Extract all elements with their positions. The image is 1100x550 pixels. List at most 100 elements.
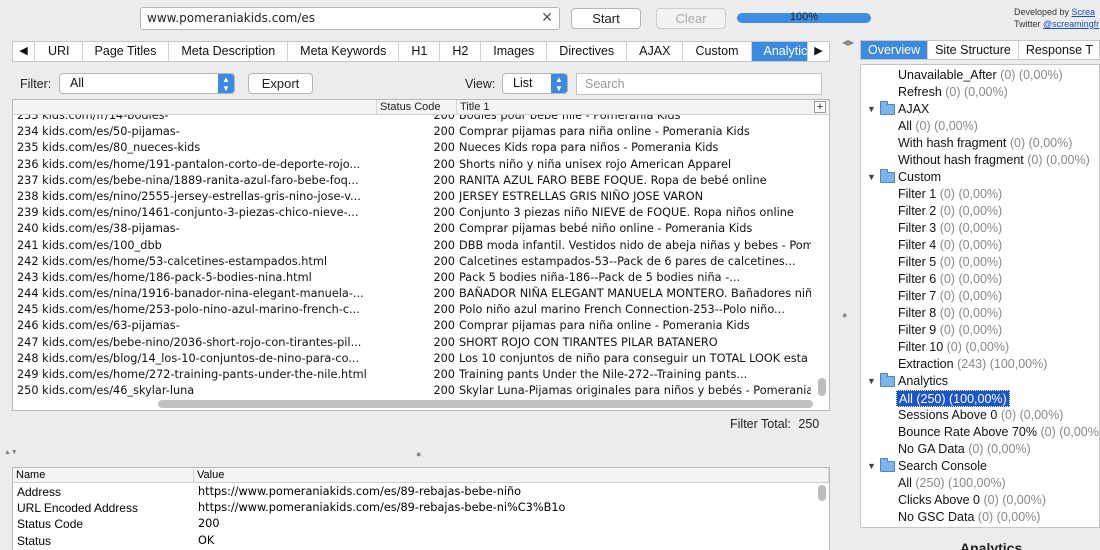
- tab-scroll-right-icon[interactable]: ▶: [807, 42, 829, 61]
- tree-group-analytics[interactable]: ▼ Analytics: [861, 373, 1099, 390]
- tree-item[interactable]: Clicks Above 0 (0) (0,00%): [898, 492, 1046, 509]
- tree-item[interactable]: Filter 5 (0) (0,00%): [898, 254, 1002, 271]
- splitter-grip-icon[interactable]: ●: [416, 449, 421, 459]
- tree-item[interactable]: Filter 10 (0) (0,00%): [898, 339, 1009, 356]
- start-button[interactable]: Start: [571, 8, 641, 29]
- table-row[interactable]: 243 kids.com/es/home/186-pack-5-bodies-n…: [13, 270, 829, 286]
- table-row[interactable]: 241 kids.com/es/100_dbb 200 DBB moda infan…: [13, 238, 829, 254]
- table-row[interactable]: 239 kids.com/es/nino/1461-conjunto-3-pie…: [13, 205, 829, 221]
- tab-ajax[interactable]: AJAX: [627, 42, 684, 61]
- vertical-splitter[interactable]: ◀▶ ●: [840, 38, 854, 550]
- tree-item[interactable]: Filter 2 (0) (0,00%): [898, 203, 1002, 220]
- tree-item[interactable]: Filter 8 (0) (0,00%): [898, 305, 1002, 322]
- tree-item[interactable]: Unavailable_After (0) (0,00%): [898, 67, 1063, 84]
- tree-item-label: Filter 6: [898, 272, 937, 286]
- tree-item[interactable]: With hash fragment (0) (0,00%): [898, 135, 1072, 152]
- tab-page-titles[interactable]: Page Titles: [83, 42, 170, 61]
- twitter-link[interactable]: @screamingfr: [1043, 19, 1099, 29]
- details-row[interactable]: URL Encoded Address https://www.pomerania…: [13, 500, 829, 516]
- tree-item[interactable]: Filter 6 (0) (0,00%): [898, 271, 1002, 288]
- expand-triangle-icon[interactable]: ▼: [867, 101, 876, 118]
- cell-title: Pack 5 bodies niña-186--Pack de 5 bodies…: [459, 270, 741, 284]
- tree-item-count: (0) (0,00%): [946, 340, 1010, 354]
- table-row[interactable]: 248 kids.com/es/blog/14_los-10-conjuntos…: [13, 351, 829, 367]
- tab-h2[interactable]: H2: [440, 42, 482, 61]
- tree-item[interactable]: Filter 4 (0) (0,00%): [898, 237, 1002, 254]
- table-row[interactable]: 244 kids.com/es/nina/1916-banador-nina-e…: [13, 286, 829, 302]
- splitter-grip-icon[interactable]: ●: [842, 310, 847, 320]
- tree-item-selected[interactable]: All (250) (100,00%): [896, 390, 1010, 407]
- tree-group-search-console[interactable]: ▼ Search Console: [861, 458, 1099, 475]
- table-row[interactable]: 245 kids.com/es/home/253-polo-nino-azul-…: [13, 302, 829, 318]
- table-row[interactable]: 236 kids.com/es/home/191-pantalon-corto-…: [13, 157, 829, 173]
- expand-triangle-icon[interactable]: ▼: [867, 373, 876, 390]
- tree-item[interactable]: Filter 7 (0) (0,00%): [898, 288, 1002, 305]
- tab-h1[interactable]: H1: [399, 42, 441, 61]
- tab-scroll-left-icon[interactable]: ◀: [13, 42, 35, 61]
- table-row[interactable]: 234 kids.com/es/50-pijamas- 200 Comprar pi…: [13, 124, 829, 140]
- tree-item[interactable]: Bounce Rate Above 70% (0) (0,00%): [898, 424, 1099, 441]
- cell-address: 236 kids.com/es/home/191-pantalon-corto-…: [17, 157, 369, 173]
- export-button[interactable]: Export: [248, 73, 313, 94]
- table-row[interactable]: 247 kids.com/es/bebe-nino/2036-short-roj…: [13, 335, 829, 351]
- cell-title: Polo niño azul marino French Connection-…: [459, 303, 785, 317]
- scroll-thumb[interactable]: [818, 378, 826, 396]
- table-row[interactable]: 240 kids.com/es/38-pijamas- 200 Comprar pi…: [13, 221, 829, 237]
- add-column-icon[interactable]: +: [814, 101, 826, 113]
- tab-directives[interactable]: Directives: [547, 42, 628, 61]
- column-header-address[interactable]: [13, 100, 377, 114]
- horizontal-scrollbar[interactable]: [158, 400, 813, 408]
- horizontal-splitter[interactable]: ▲▼ ●: [0, 449, 840, 459]
- details-column-value[interactable]: Value: [194, 468, 829, 482]
- details-row[interactable]: Status OK: [13, 533, 829, 549]
- tree-item[interactable]: Without hash fragment (0) (0,00%): [898, 152, 1090, 169]
- search-input[interactable]: Search: [576, 73, 822, 95]
- clear-button[interactable]: Clear: [656, 8, 726, 29]
- table-row[interactable]: 246 kids.com/es/63-pijamas- 200 Comprar pi…: [13, 318, 829, 334]
- table-row[interactable]: 249 kids.com/es/home/272-training-pants-…: [13, 367, 829, 383]
- table-row[interactable]: 238 kids.com/es/nino/2555-jersey-estrell…: [13, 189, 829, 205]
- view-select[interactable]: List ▲ ▼: [502, 73, 568, 94]
- cell-address: 239 kids.com/es/nino/1461-conjunto-3-pie…: [17, 205, 369, 221]
- expand-triangle-icon[interactable]: ▼: [867, 169, 876, 186]
- url-input[interactable]: www.pomeraniakids.com/es ✕: [140, 7, 560, 30]
- table-row[interactable]: 242 kids.com/es/home/53-calcetines-estam…: [13, 254, 829, 270]
- tree-item-count: (0) (0,00%): [939, 306, 1003, 320]
- expand-triangle-icon[interactable]: ▼: [867, 458, 876, 475]
- tree-item[interactable]: All (0) (0,00%): [898, 118, 978, 135]
- tab-images[interactable]: Images: [481, 42, 548, 61]
- tree-item[interactable]: Extraction (243) (100,00%): [898, 356, 1047, 373]
- tab-meta-keywords[interactable]: Meta Keywords: [288, 42, 400, 61]
- tree-item[interactable]: Filter 1 (0) (0,00%): [898, 186, 1002, 203]
- tree-item[interactable]: No GA Data (0) (0,00%): [898, 441, 1031, 458]
- splitter-arrows-icon[interactable]: ◀▶: [842, 38, 854, 47]
- vertical-scrollbar[interactable]: [818, 116, 827, 398]
- developer-link[interactable]: Screa: [1072, 7, 1096, 17]
- right-tab-overview[interactable]: Overview: [861, 41, 929, 59]
- details-scrollbar[interactable]: [818, 485, 826, 501]
- tab-custom[interactable]: Custom: [683, 42, 752, 61]
- tree-item[interactable]: All (250) (100,00%): [898, 475, 1006, 492]
- tree-item[interactable]: Refresh (0) (0,00%): [898, 84, 1008, 101]
- tab-uri[interactable]: URI: [36, 42, 83, 61]
- tree-item[interactable]: Filter 3 (0) (0,00%): [898, 220, 1002, 237]
- column-header-status-code[interactable]: Status Code: [377, 100, 457, 114]
- clear-url-icon[interactable]: ✕: [541, 8, 553, 29]
- table-row[interactable]: 235 kids.com/es/80_nueces-kids 200 Nueces …: [13, 140, 829, 156]
- table-row[interactable]: 237 kids.com/es/bebe-nina/1889-ranita-az…: [13, 173, 829, 189]
- details-column-name[interactable]: Name: [13, 468, 194, 482]
- tree-group-custom[interactable]: ▼ Custom: [861, 169, 1099, 186]
- tree-item[interactable]: Sessions Above 0 (0) (0,00%): [898, 407, 1063, 424]
- right-tab-response-t[interactable]: Response T: [1019, 41, 1099, 59]
- tree-item[interactable]: Filter 9 (0) (0,00%): [898, 322, 1002, 339]
- table-row[interactable]: 250 kids.com/es/46_skylar-luna 200 Skylar …: [13, 383, 829, 399]
- splitter-arrows-icon[interactable]: ▲▼: [4, 449, 18, 456]
- right-tab-site-structure[interactable]: Site Structure: [928, 41, 1019, 59]
- details-row[interactable]: Address https://www.pomeraniakids.com/es/…: [13, 484, 829, 500]
- column-header-title[interactable]: Title 1: [457, 100, 815, 114]
- tree-group-ajax[interactable]: ▼ AJAX: [861, 101, 1099, 118]
- tree-item[interactable]: No GSC Data (0) (0,00%): [898, 509, 1040, 526]
- tab-meta-description[interactable]: Meta Description: [169, 42, 289, 61]
- filter-select[interactable]: All ▲ ▼: [59, 73, 235, 94]
- details-row[interactable]: Status Code 200: [13, 516, 829, 532]
